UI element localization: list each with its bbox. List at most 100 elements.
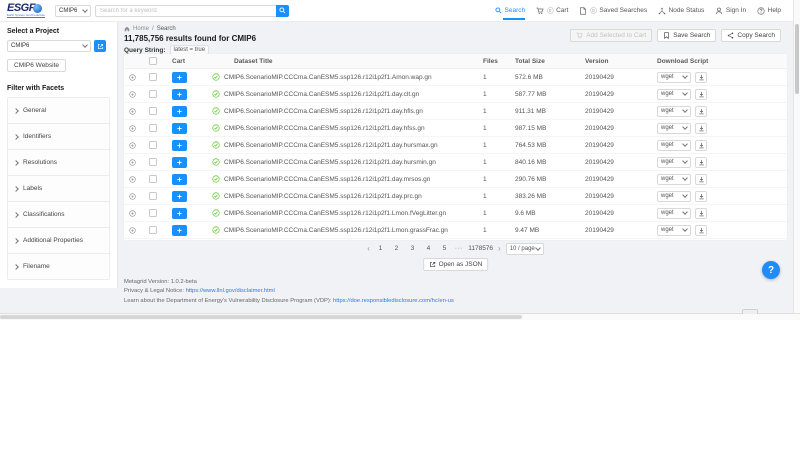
- expand-row-icon[interactable]: [129, 142, 136, 149]
- page-ellipsis[interactable]: •••: [455, 246, 463, 252]
- row-checkbox[interactable]: [149, 209, 157, 217]
- row-checkbox[interactable]: [149, 175, 157, 183]
- expand-row-icon[interactable]: [129, 159, 136, 166]
- row-checkbox[interactable]: [149, 107, 157, 115]
- expand-row-icon[interactable]: [129, 91, 136, 98]
- last-page-number[interactable]: 1178576: [468, 243, 493, 255]
- download-button[interactable]: [695, 225, 707, 236]
- facet-collapse-item[interactable]: Labels: [8, 176, 109, 202]
- facet-collapse-item[interactable]: Filename: [8, 254, 109, 280]
- dataset-title[interactable]: CMIP6.ScenarioMIP.CCCma.CanESM5.ssp126.r…: [224, 91, 419, 98]
- nav-item-search[interactable]: Search: [495, 7, 525, 14]
- scrollbar-resize-tab[interactable]: [742, 309, 758, 314]
- add-to-cart-button[interactable]: [172, 225, 187, 236]
- nav-item-help[interactable]: Help: [757, 7, 781, 15]
- save-search-button[interactable]: Save Search: [657, 29, 716, 42]
- vdp-link[interactable]: https://doe.responsibledisclosure.com/hc…: [333, 298, 454, 304]
- add-to-cart-button[interactable]: [172, 191, 187, 202]
- nav-item-saved-searches[interactable]: 0 Saved Searches: [579, 7, 647, 15]
- breadcrumb-home[interactable]: Home: [133, 26, 149, 32]
- privacy-notice-link[interactable]: https://www.llnl.gov/disclaimer.html: [186, 288, 275, 294]
- add-to-cart-button[interactable]: [172, 157, 187, 168]
- esgf-logo[interactable]: ESGF Earth System Grid Federation: [7, 3, 47, 18]
- select-all-checkbox[interactable]: [149, 57, 157, 65]
- download-script-select[interactable]: wget: [657, 208, 691, 219]
- facet-collapse-item[interactable]: Resolutions: [8, 150, 109, 176]
- expand-row-icon[interactable]: [129, 193, 136, 200]
- add-to-cart-button[interactable]: [172, 72, 187, 83]
- header-project-select[interactable]: CMIP6: [55, 5, 91, 17]
- dataset-title[interactable]: CMIP6.ScenarioMIP.CCCma.CanESM5.ssp126.r…: [224, 176, 430, 183]
- dataset-title[interactable]: CMIP6.ScenarioMIP.CCCma.CanESM5.ssp126.r…: [224, 227, 448, 234]
- download-button[interactable]: [695, 157, 707, 168]
- copy-search-button[interactable]: Copy Search: [721, 29, 781, 42]
- previous-page-arrow[interactable]: ‹: [367, 244, 370, 254]
- add-to-cart-button[interactable]: [172, 106, 187, 117]
- project-select[interactable]: CMIP6: [7, 40, 91, 52]
- dataset-title[interactable]: CMIP6.ScenarioMIP.CCCma.CanESM5.ssp126.r…: [224, 108, 423, 115]
- row-checkbox[interactable]: [149, 141, 157, 149]
- row-checkbox[interactable]: [149, 226, 157, 234]
- nav-item-node-status[interactable]: Node Status: [658, 7, 704, 15]
- download-script-select[interactable]: wget: [657, 191, 691, 202]
- project-info-button[interactable]: [94, 40, 106, 52]
- page-number[interactable]: 2: [391, 243, 402, 255]
- add-to-cart-button[interactable]: [172, 208, 187, 219]
- facet-collapse-item[interactable]: General: [8, 98, 109, 124]
- dataset-title[interactable]: CMIP6.ScenarioMIP.CCCma.CanESM5.ssp126.r…: [224, 193, 422, 200]
- dataset-title[interactable]: CMIP6.ScenarioMIP.CCCma.CanESM5.ssp126.r…: [224, 125, 425, 132]
- vertical-scrollbar[interactable]: [793, 0, 800, 313]
- download-script-select[interactable]: wget: [657, 225, 691, 236]
- download-button[interactable]: [695, 191, 707, 202]
- vertical-scrollbar-thumb[interactable]: [795, 24, 799, 94]
- horizontal-scrollbar[interactable]: [0, 313, 800, 320]
- row-checkbox[interactable]: [149, 158, 157, 166]
- expand-row-icon[interactable]: [129, 125, 136, 132]
- download-script-select[interactable]: wget: [657, 174, 691, 185]
- facet-collapse-item[interactable]: Additional Properties: [8, 228, 109, 254]
- horizontal-scrollbar-thumb[interactable]: [0, 315, 522, 319]
- add-to-cart-button[interactable]: [172, 174, 187, 185]
- download-button[interactable]: [695, 72, 707, 83]
- download-script-select[interactable]: wget: [657, 123, 691, 134]
- download-script-select[interactable]: wget: [657, 106, 691, 117]
- download-button[interactable]: [695, 89, 707, 100]
- open-as-json-button[interactable]: Open as JSON: [423, 258, 489, 271]
- download-button[interactable]: [695, 123, 707, 134]
- dataset-title[interactable]: CMIP6.ScenarioMIP.CCCma.CanESM5.ssp126.r…: [224, 142, 438, 149]
- download-button[interactable]: [695, 106, 707, 117]
- help-fab-button[interactable]: ?: [762, 261, 780, 279]
- search-submit-button[interactable]: [276, 5, 289, 17]
- expand-row-icon[interactable]: [129, 176, 136, 183]
- expand-row-icon[interactable]: [129, 227, 136, 234]
- facet-collapse-item[interactable]: Identifiers: [8, 124, 109, 150]
- search-input[interactable]: [95, 5, 276, 17]
- row-checkbox[interactable]: [149, 124, 157, 132]
- page-number[interactable]: 4: [423, 243, 434, 255]
- dataset-title[interactable]: CMIP6.ScenarioMIP.CCCma.CanESM5.ssp126.r…: [224, 210, 446, 217]
- page-number[interactable]: 5: [439, 243, 450, 255]
- expand-row-icon[interactable]: [129, 210, 136, 217]
- download-script-select[interactable]: wget: [657, 157, 691, 168]
- row-checkbox[interactable]: [149, 90, 157, 98]
- page-number[interactable]: 3: [407, 243, 418, 255]
- download-button[interactable]: [695, 140, 707, 151]
- expand-row-icon[interactable]: [129, 74, 136, 81]
- row-checkbox[interactable]: [149, 192, 157, 200]
- download-button[interactable]: [695, 174, 707, 185]
- project-website-button[interactable]: CMIP6 Website: [7, 59, 66, 72]
- download-button[interactable]: [695, 208, 707, 219]
- add-selected-to-cart-button[interactable]: Add Selected to Cart: [570, 29, 652, 42]
- nav-item-cart[interactable]: 0 Cart: [536, 7, 568, 15]
- dataset-title[interactable]: CMIP6.ScenarioMIP.CCCma.CanESM5.ssp126.r…: [224, 159, 436, 166]
- expand-row-icon[interactable]: [129, 108, 136, 115]
- download-script-select[interactable]: wget: [657, 72, 691, 83]
- page-size-select[interactable]: 10 / page: [506, 243, 544, 255]
- add-to-cart-button[interactable]: [172, 140, 187, 151]
- next-page-arrow[interactable]: ›: [498, 244, 501, 254]
- add-to-cart-button[interactable]: [172, 89, 187, 100]
- add-to-cart-button[interactable]: [172, 123, 187, 134]
- download-script-select[interactable]: wget: [657, 89, 691, 100]
- facet-collapse-item[interactable]: Classifications: [8, 202, 109, 228]
- nav-item-sign-in[interactable]: Sign In: [715, 7, 746, 15]
